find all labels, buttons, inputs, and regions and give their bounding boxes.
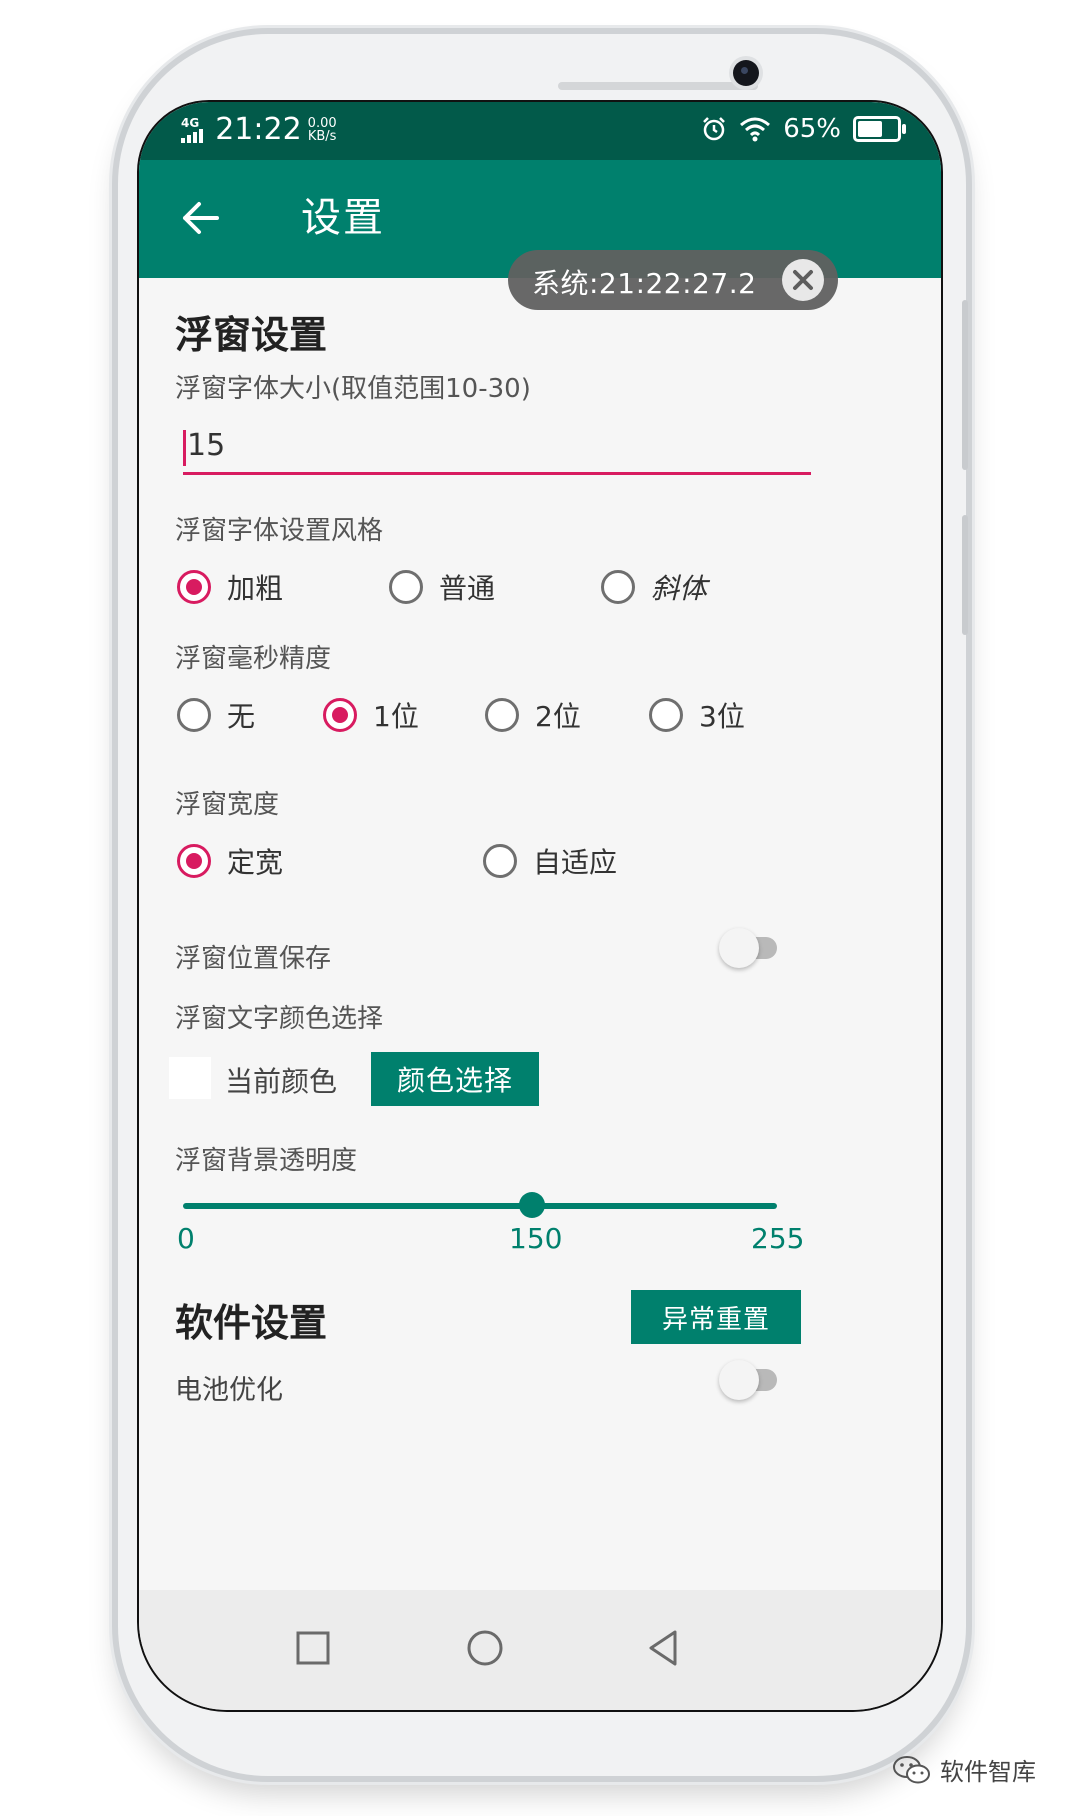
width-label: 浮窗宽度	[175, 790, 280, 820]
reset-button[interactable]: 异常重置	[631, 1290, 801, 1344]
home-icon[interactable]	[461, 1624, 509, 1672]
screen: 4G 21:22 0.00 KB/s 65% 设置 浮窗设置 浮窗字体大小(取值…	[137, 100, 943, 1712]
bg-alpha-label: 浮窗背景透明度	[175, 1146, 358, 1176]
alpha-min-label: 0	[177, 1222, 195, 1255]
status-bar: 4G 21:22 0.00 KB/s 65%	[139, 102, 941, 160]
speaker-grille	[558, 82, 758, 90]
alpha-max-label: 255	[751, 1222, 805, 1255]
close-icon[interactable]	[782, 259, 824, 301]
speed-unit: KB/s	[307, 128, 337, 144]
page-title: 设置	[301, 195, 385, 241]
status-time: 21:22	[215, 112, 302, 147]
style-radio-bold[interactable]: 加粗	[177, 567, 283, 607]
recent-apps-icon[interactable]	[289, 1624, 337, 1672]
current-color-swatch	[169, 1057, 211, 1099]
color-select-button[interactable]: 颜色选择	[371, 1052, 539, 1106]
style-radio-normal[interactable]: 普通	[389, 567, 495, 607]
radio-label: 1位	[373, 700, 419, 733]
font-size-label: 浮窗字体大小(取值范围10-30)	[175, 374, 531, 404]
font-size-input-container	[183, 428, 811, 475]
radio-label: 定宽	[227, 846, 284, 879]
wechat-icon	[893, 1755, 930, 1783]
radio-label: 加粗	[227, 572, 284, 605]
radio-checked-icon	[177, 844, 211, 878]
radio-label: 斜体	[651, 572, 708, 605]
navigation-bar	[139, 1590, 941, 1710]
radio-label: 3位	[699, 700, 745, 733]
back-arrow-icon[interactable]	[173, 190, 229, 246]
radio-unchecked-icon	[177, 698, 211, 732]
width-radio-fixed[interactable]: 定宽	[177, 841, 283, 881]
watermark: 软件智库	[892, 1752, 1036, 1787]
radio-unchecked-icon	[485, 698, 519, 732]
radio-label: 无	[227, 700, 256, 733]
ms-radio-none[interactable]: 无	[177, 695, 255, 735]
ms-radio-2[interactable]: 2位	[485, 695, 581, 735]
radio-unchecked-icon	[389, 570, 423, 604]
radio-checked-icon	[323, 698, 357, 732]
watermark-text: 软件智库	[940, 1758, 1036, 1786]
settings-content: 浮窗设置 浮窗字体大小(取值范围10-30) 浮窗字体设置风格 加粗 普通 斜体…	[139, 278, 941, 1590]
back-triangle-icon[interactable]	[639, 1624, 687, 1672]
style-radio-italic[interactable]: 斜体	[601, 567, 707, 607]
alpha-value-label: 150	[509, 1222, 563, 1255]
radio-label: 自适应	[533, 846, 618, 879]
float-settings-title: 浮窗设置	[175, 313, 328, 357]
front-camera	[733, 60, 759, 86]
speed-value: 0.00	[307, 115, 337, 131]
battery-optimization-switch[interactable]	[719, 1360, 781, 1400]
ms-radio-1[interactable]: 1位	[323, 695, 419, 735]
text-color-label: 浮窗文字颜色选择	[175, 1004, 384, 1034]
font-style-label: 浮窗字体设置风格	[175, 516, 384, 546]
current-color-label: 当前颜色	[225, 1065, 338, 1098]
battery-icon	[853, 116, 906, 142]
switch-thumb	[719, 928, 759, 968]
radio-unchecked-icon	[483, 844, 517, 878]
text-cursor	[183, 430, 186, 466]
font-size-input[interactable]	[187, 428, 787, 463]
radio-unchecked-icon	[649, 698, 683, 732]
power-button	[962, 515, 968, 635]
floating-clock-text: 系统:21:22:27.2	[532, 267, 757, 300]
position-save-switch[interactable]	[719, 928, 781, 968]
alpha-slider-thumb[interactable]	[519, 1192, 546, 1218]
network-type: 4G	[181, 115, 200, 130]
alarm-icon	[703, 117, 726, 141]
switch-thumb	[719, 1360, 759, 1400]
volume-button	[962, 300, 968, 470]
signal-icon: 4G	[181, 117, 207, 143]
floating-clock-window[interactable]: 系统:21:22:27.2	[508, 250, 838, 310]
position-save-label: 浮窗位置保存	[175, 944, 332, 974]
radio-label: 普通	[439, 572, 496, 605]
width-radio-adaptive[interactable]: 自适应	[483, 841, 617, 881]
battery-optimization-label: 电池优化	[175, 1375, 283, 1406]
software-settings-title: 软件设置	[175, 1301, 328, 1345]
radio-checked-icon	[177, 570, 211, 604]
radio-label: 2位	[535, 700, 581, 733]
ms-precision-label: 浮窗毫秒精度	[175, 644, 332, 674]
wifi-icon	[740, 117, 771, 142]
ms-radio-3[interactable]: 3位	[649, 695, 745, 735]
network-speed: 0.00 KB/s	[308, 117, 337, 143]
radio-unchecked-icon	[601, 570, 635, 604]
battery-percent: 65%	[783, 114, 841, 144]
alpha-slider-track[interactable]	[183, 1203, 777, 1209]
